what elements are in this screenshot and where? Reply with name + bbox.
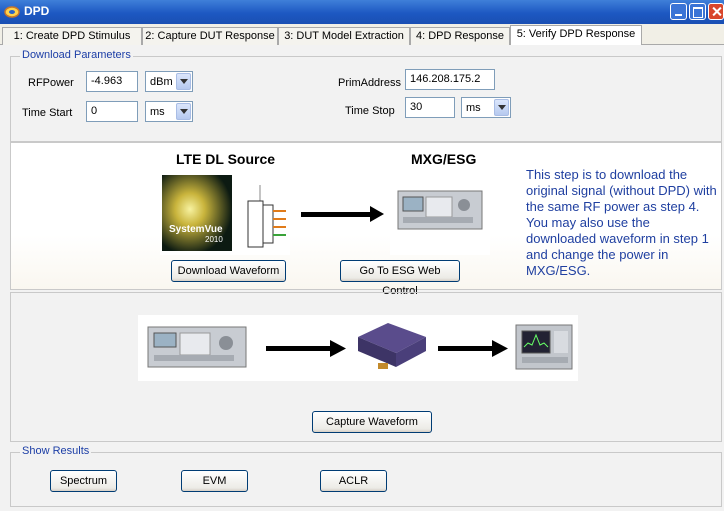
time-start-unit-select[interactable]: ms — [145, 101, 193, 122]
rfpower-unit-select[interactable]: dBm — [145, 71, 193, 92]
capture-chain-icon — [147, 323, 573, 370]
tab-capture-dut-response[interactable]: 2: Capture DUT Response — [142, 27, 278, 45]
go-to-esg-web-control-button[interactable]: Go To ESG Web Control — [340, 260, 460, 297]
prim-address-label: PrimAddress — [338, 77, 401, 89]
systemvue-logo-year: 2010 — [205, 235, 223, 244]
tab-dut-model-extraction[interactable]: 3: DUT Model Extraction — [278, 27, 410, 45]
rfpower-unit-value: dBm — [150, 76, 173, 88]
chevron-down-icon[interactable] — [176, 73, 191, 90]
download-parameters-group — [10, 56, 722, 142]
rfpower-label: RFPower — [28, 77, 74, 89]
time-start-label: Time Start — [22, 107, 73, 119]
download-parameters-legend: Download Parameters — [20, 49, 133, 61]
chevron-down-icon[interactable] — [176, 103, 191, 120]
close-icon[interactable] — [708, 3, 724, 20]
tab-verify-dpd-response[interactable]: 5: Verify DPD Response — [510, 25, 642, 46]
step-description: This step is to download the original si… — [526, 167, 717, 278]
capture-waveform-button[interactable]: Capture Waveform — [312, 411, 432, 433]
evm-button[interactable]: EVM — [181, 470, 248, 492]
lte-source-image: SystemVue 2010 — [160, 171, 290, 255]
download-waveform-button[interactable]: Download Waveform — [171, 260, 286, 282]
tab-create-dpd-stimulus[interactable]: 1: Create DPD Stimulus — [2, 27, 142, 45]
time-stop-label: Time Stop — [345, 105, 395, 117]
spectrum-button[interactable]: Spectrum — [50, 470, 117, 492]
signal-generator-image — [390, 171, 490, 255]
signal-generator-icon — [397, 190, 483, 230]
chevron-down-icon[interactable] — [494, 99, 509, 116]
app-icon — [4, 6, 20, 18]
time-start-input[interactable]: 0 — [86, 101, 138, 122]
time-stop-unit-select[interactable]: ms — [461, 97, 511, 118]
maximize-icon[interactable] — [689, 3, 706, 20]
time-stop-unit-value: ms — [466, 102, 481, 114]
arrow-right-icon — [301, 212, 371, 217]
lte-dl-source-heading: LTE DL Source — [176, 151, 276, 167]
title-bar: DPD — [0, 0, 724, 24]
time-start-unit-value: ms — [150, 106, 165, 118]
window-title: DPD — [24, 4, 50, 18]
show-results-legend: Show Results — [20, 445, 92, 457]
systemvue-logo-icon: SystemVue 2010 — [162, 175, 286, 251]
mxg-esg-heading: MXG/ESG — [411, 151, 477, 167]
systemvue-logo-text: SystemVue — [169, 224, 223, 235]
capture-chain-image — [138, 315, 578, 381]
arrowhead-icon — [370, 206, 384, 222]
tab-strip: 1: Create DPD Stimulus 2: Capture DUT Re… — [0, 24, 724, 46]
aclr-button[interactable]: ACLR — [320, 470, 387, 492]
tab-dpd-response[interactable]: 4: DPD Response — [410, 27, 510, 45]
prim-address-input[interactable]: 146.208.175.2 — [405, 69, 495, 90]
minimize-icon[interactable] — [670, 3, 687, 20]
rfpower-input[interactable]: -4.963 — [86, 71, 138, 92]
tab-content-panel: Download Parameters RFPower -4.963 dBm T… — [0, 45, 724, 511]
time-stop-input[interactable]: 30 — [405, 97, 455, 118]
